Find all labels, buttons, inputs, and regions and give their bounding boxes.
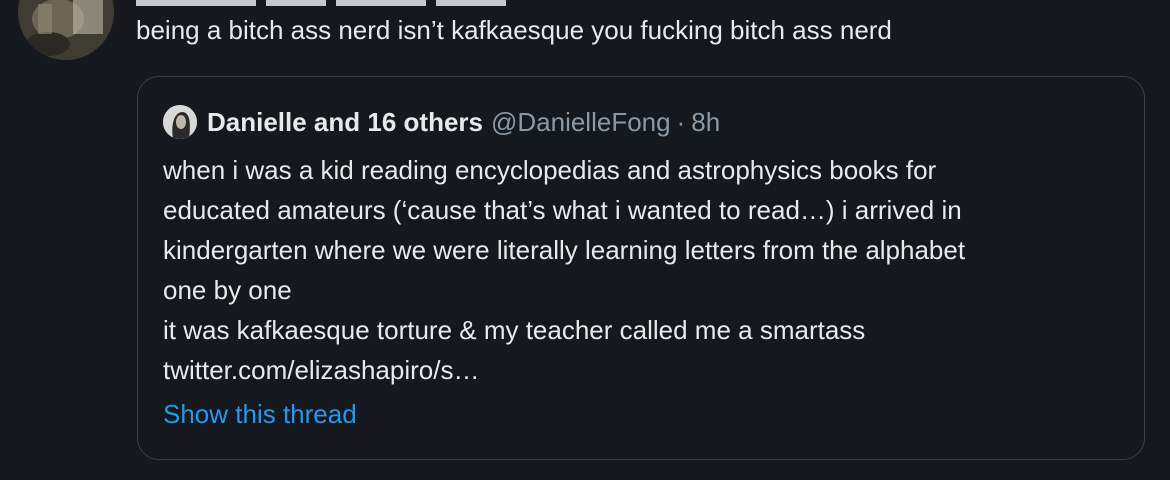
quoted-user-name[interactable]: Danielle and 16 others — [207, 107, 483, 138]
separator-dot: · — [676, 106, 686, 137]
quoted-text-line: educated amateurs (‘cause that’s what i … — [163, 195, 962, 225]
quoted-user-avatar-icon[interactable] — [163, 105, 197, 139]
quoted-tweet-text: when i was a kid reading encyclopedias a… — [163, 150, 1123, 390]
tweet-text: being a bitch ass nerd isn’t kafkaesque … — [136, 15, 892, 45]
quoted-text-line: one by one — [163, 275, 292, 305]
quoted-text-line: it was kafkaesque torture & my teacher c… — [163, 315, 866, 345]
user-avatar-icon[interactable] — [18, 0, 114, 60]
quoted-text-line: when i was a kid reading encyclopedias a… — [163, 155, 937, 185]
quoted-tweet-header: Danielle and 16 others @DanielleFong · 8… — [163, 105, 720, 139]
quoted-timestamp[interactable]: 8h — [691, 107, 720, 138]
quoted-tweet-card[interactable]: Danielle and 16 others @DanielleFong · 8… — [137, 76, 1145, 460]
quoted-text-line: kindergarten where we were literally lea… — [163, 235, 966, 265]
tweet-page: being a bitch ass nerd isn’t kafkaesque … — [0, 0, 1170, 480]
quoted-user-handle[interactable]: @DanielleFong — [491, 107, 671, 138]
show-thread-link[interactable]: Show this thread — [163, 397, 357, 431]
quoted-link-line[interactable]: twitter.com/elizashapiro/s… — [163, 350, 1123, 390]
truncated-header — [136, 0, 556, 6]
